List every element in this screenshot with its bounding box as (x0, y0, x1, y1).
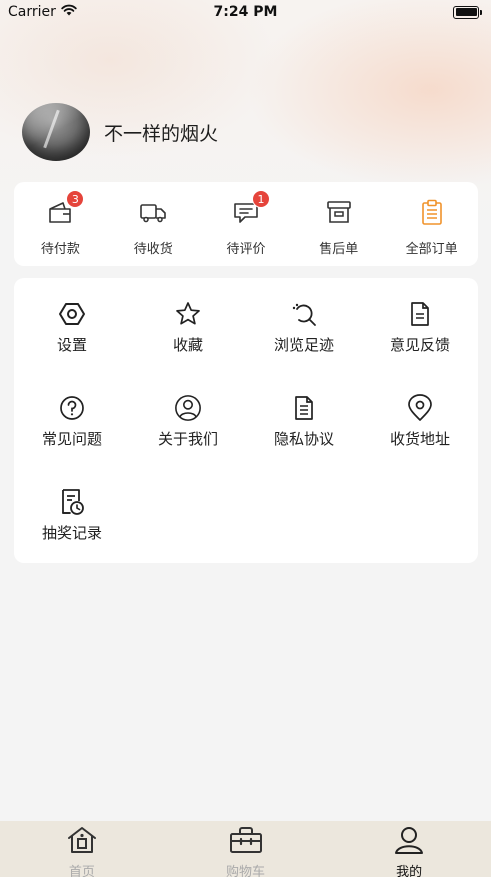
services-grid: 设置 收藏 浏览足迹 意见反馈 常见问题 关于我们 隐私协议 收货地址 抽奖记录 (14, 278, 478, 563)
order-pending-receipt[interactable]: 待收货 (107, 182, 200, 266)
location-pin-icon (406, 394, 434, 422)
menu-item-privacy-policy[interactable]: 隐私协议 (246, 394, 362, 449)
tab-home[interactable]: 首页 (0, 821, 164, 877)
document-lines-icon (290, 394, 318, 422)
status-bar: Carrier 7:24 PM (0, 0, 491, 24)
menu-label: 隐私协议 (273, 430, 334, 448)
order-all[interactable]: 全部订单 (385, 182, 478, 266)
shopping-bag-icon (228, 825, 264, 859)
profile-header[interactable]: 不一样的烟火 (22, 103, 218, 161)
menu-item-settings[interactable]: 设置 (14, 300, 130, 355)
battery-icon (453, 5, 482, 19)
wifi-icon (61, 4, 77, 20)
order-label: 待收货 (133, 242, 173, 257)
tab-label: 购物车 (226, 865, 266, 877)
carrier-label: Carrier (8, 4, 56, 20)
menu-item-favorites[interactable]: 收藏 (130, 300, 246, 355)
menu-label: 收货地址 (389, 430, 450, 448)
menu-item-browse-history[interactable]: 浏览足迹 (246, 300, 362, 355)
status-left: Carrier (8, 4, 77, 20)
truck-icon (137, 196, 169, 228)
settings-hexagon-icon (58, 300, 86, 328)
avatar[interactable] (22, 103, 90, 161)
menu-item-about-us[interactable]: 关于我们 (130, 394, 246, 449)
menu-item-feedback[interactable]: 意见反馈 (362, 300, 478, 355)
menu-item-shipping-address[interactable]: 收货地址 (362, 394, 478, 449)
menu-item-lottery-records[interactable]: 抽奖记录 (14, 488, 130, 543)
tab-cart[interactable]: 购物车 (164, 821, 328, 877)
order-label: 待付款 (40, 242, 80, 257)
question-circle-icon (58, 394, 86, 422)
order-pending-review[interactable]: 1 待评价 (200, 182, 293, 266)
menu-item-faq[interactable]: 常见问题 (14, 394, 130, 449)
home-icon (66, 825, 98, 859)
menu-label: 抽奖记录 (41, 524, 102, 542)
menu-label: 收藏 (172, 336, 203, 354)
archive-box-icon (323, 196, 355, 228)
badge-count: 3 (66, 190, 85, 208)
username: 不一样的烟火 (104, 122, 219, 145)
orders-card: 3 待付款 待收货 1 待评价 售后单 全部订单 (14, 182, 478, 266)
clipboard-list-icon (416, 196, 448, 228)
comment-icon: 1 (230, 190, 270, 228)
menu-label: 关于我们 (157, 430, 218, 448)
history-magnifier-icon (290, 300, 318, 328)
order-label: 全部订单 (405, 242, 458, 257)
order-after-sales[interactable]: 售后单 (292, 182, 385, 266)
menu-label: 意见反馈 (389, 336, 450, 354)
tab-mine[interactable]: 我的 (327, 821, 491, 877)
order-pending-payment[interactable]: 3 待付款 (14, 182, 107, 266)
menu-label: 浏览足迹 (273, 336, 334, 354)
menu-label: 常见问题 (41, 430, 102, 448)
bottom-tab-bar: 首页 购物车 我的 (0, 821, 491, 877)
user-icon (393, 825, 425, 859)
tab-label: 我的 (396, 865, 423, 877)
star-icon (174, 300, 202, 328)
document-icon (406, 300, 434, 328)
user-circle-icon (174, 394, 202, 422)
menu-label: 设置 (56, 336, 87, 354)
tab-label: 首页 (68, 865, 95, 877)
services-card: 设置 收藏 浏览足迹 意见反馈 常见问题 关于我们 隐私协议 收货地址 抽奖记录 (14, 278, 478, 563)
order-label: 售后单 (319, 242, 359, 257)
wallet-icon: 3 (44, 190, 85, 228)
record-clock-icon (58, 488, 86, 516)
order-label: 待评价 (226, 242, 266, 257)
badge-count: 1 (251, 190, 270, 208)
